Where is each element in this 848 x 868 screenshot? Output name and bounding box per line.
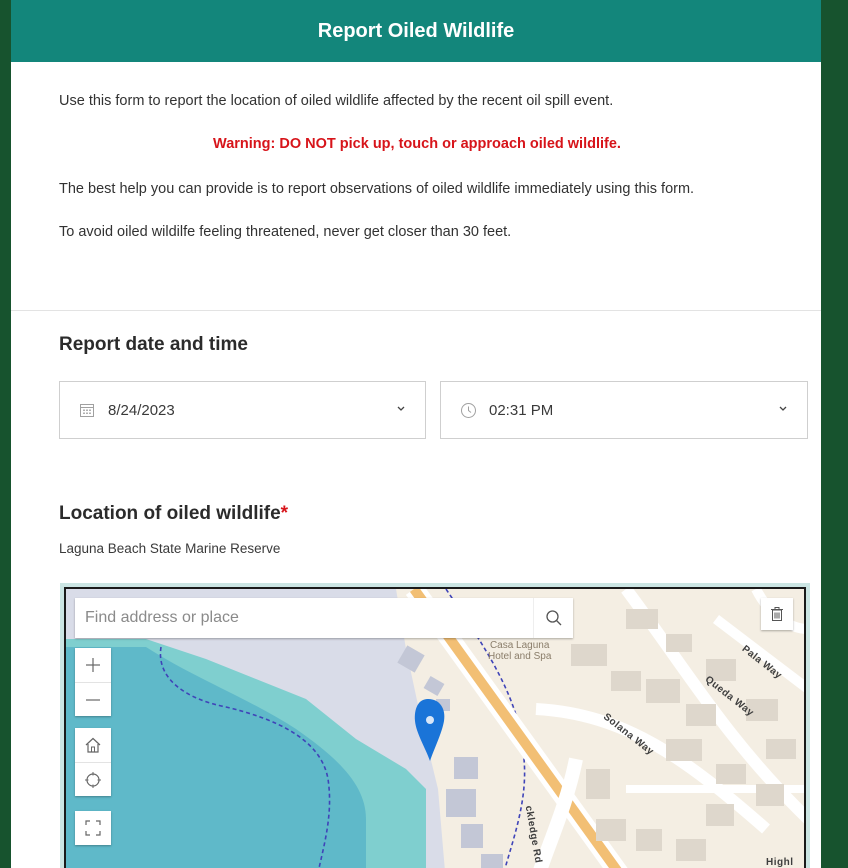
intro-section: Use this form to report the location of …: [11, 62, 821, 244]
section-divider: [11, 310, 821, 311]
home-icon: [85, 737, 101, 753]
form-page: Report Oiled Wildlife Use this form to r…: [11, 0, 821, 868]
map-container: Casa Laguna Hotel and Spa Pala Way Queda …: [60, 583, 810, 868]
report-datetime-title: Report date and time: [59, 334, 248, 355]
search-icon: [545, 610, 561, 626]
time-value: 02:31 PM: [489, 401, 554, 419]
form-header: Report Oiled Wildlife: [11, 0, 821, 62]
clock-icon: [459, 401, 477, 419]
calendar-icon: [78, 401, 96, 419]
minus-icon: [86, 698, 100, 701]
location-hint: Laguna Beach State Marine Reserve: [59, 541, 281, 556]
fullscreen-control: [75, 811, 111, 845]
chevron-down-icon: [777, 402, 789, 417]
map-view[interactable]: Casa Laguna Hotel and Spa Pala Way Queda …: [64, 587, 806, 868]
chevron-down-icon: [395, 402, 407, 417]
required-marker: *: [280, 503, 289, 524]
zoom-controls: [75, 648, 111, 716]
nav-controls: [75, 728, 111, 796]
trash-icon: [771, 607, 783, 621]
street-label: Highl: [766, 857, 794, 868]
map-place-label: Casa Laguna Hotel and Spa: [488, 640, 552, 662]
intro-help-text: The best help you can provide is to repo…: [59, 180, 695, 197]
crosshair-icon: [85, 771, 101, 788]
time-picker[interactable]: 02:31 PM: [440, 381, 808, 439]
zoom-in-button[interactable]: [75, 648, 111, 682]
intro-text: Use this form to report the location of …: [59, 93, 614, 109]
form-title: Report Oiled Wildlife: [317, 19, 515, 42]
plus-icon: [86, 658, 100, 672]
search-input[interactable]: Find address or place: [75, 609, 533, 627]
map-search[interactable]: Find address or place: [75, 598, 573, 638]
delete-button[interactable]: [761, 598, 793, 630]
location-title: Location of oiled wildlife*: [59, 503, 288, 525]
date-value: 8/24/2023: [108, 401, 175, 419]
search-button[interactable]: [533, 598, 573, 638]
fullscreen-icon: [85, 820, 101, 836]
fullscreen-button[interactable]: [75, 811, 111, 845]
warning-text: Warning: DO NOT pick up, touch or approa…: [213, 136, 621, 153]
home-button[interactable]: [75, 728, 111, 762]
intro-distance-text: To avoid oiled wildilfe feeling threaten…: [59, 224, 512, 241]
zoom-out-button[interactable]: [75, 682, 111, 716]
date-picker[interactable]: 8/24/2023: [59, 381, 426, 439]
location-title-text: Location of oiled wildlife: [59, 503, 281, 524]
locate-button[interactable]: [75, 762, 111, 796]
